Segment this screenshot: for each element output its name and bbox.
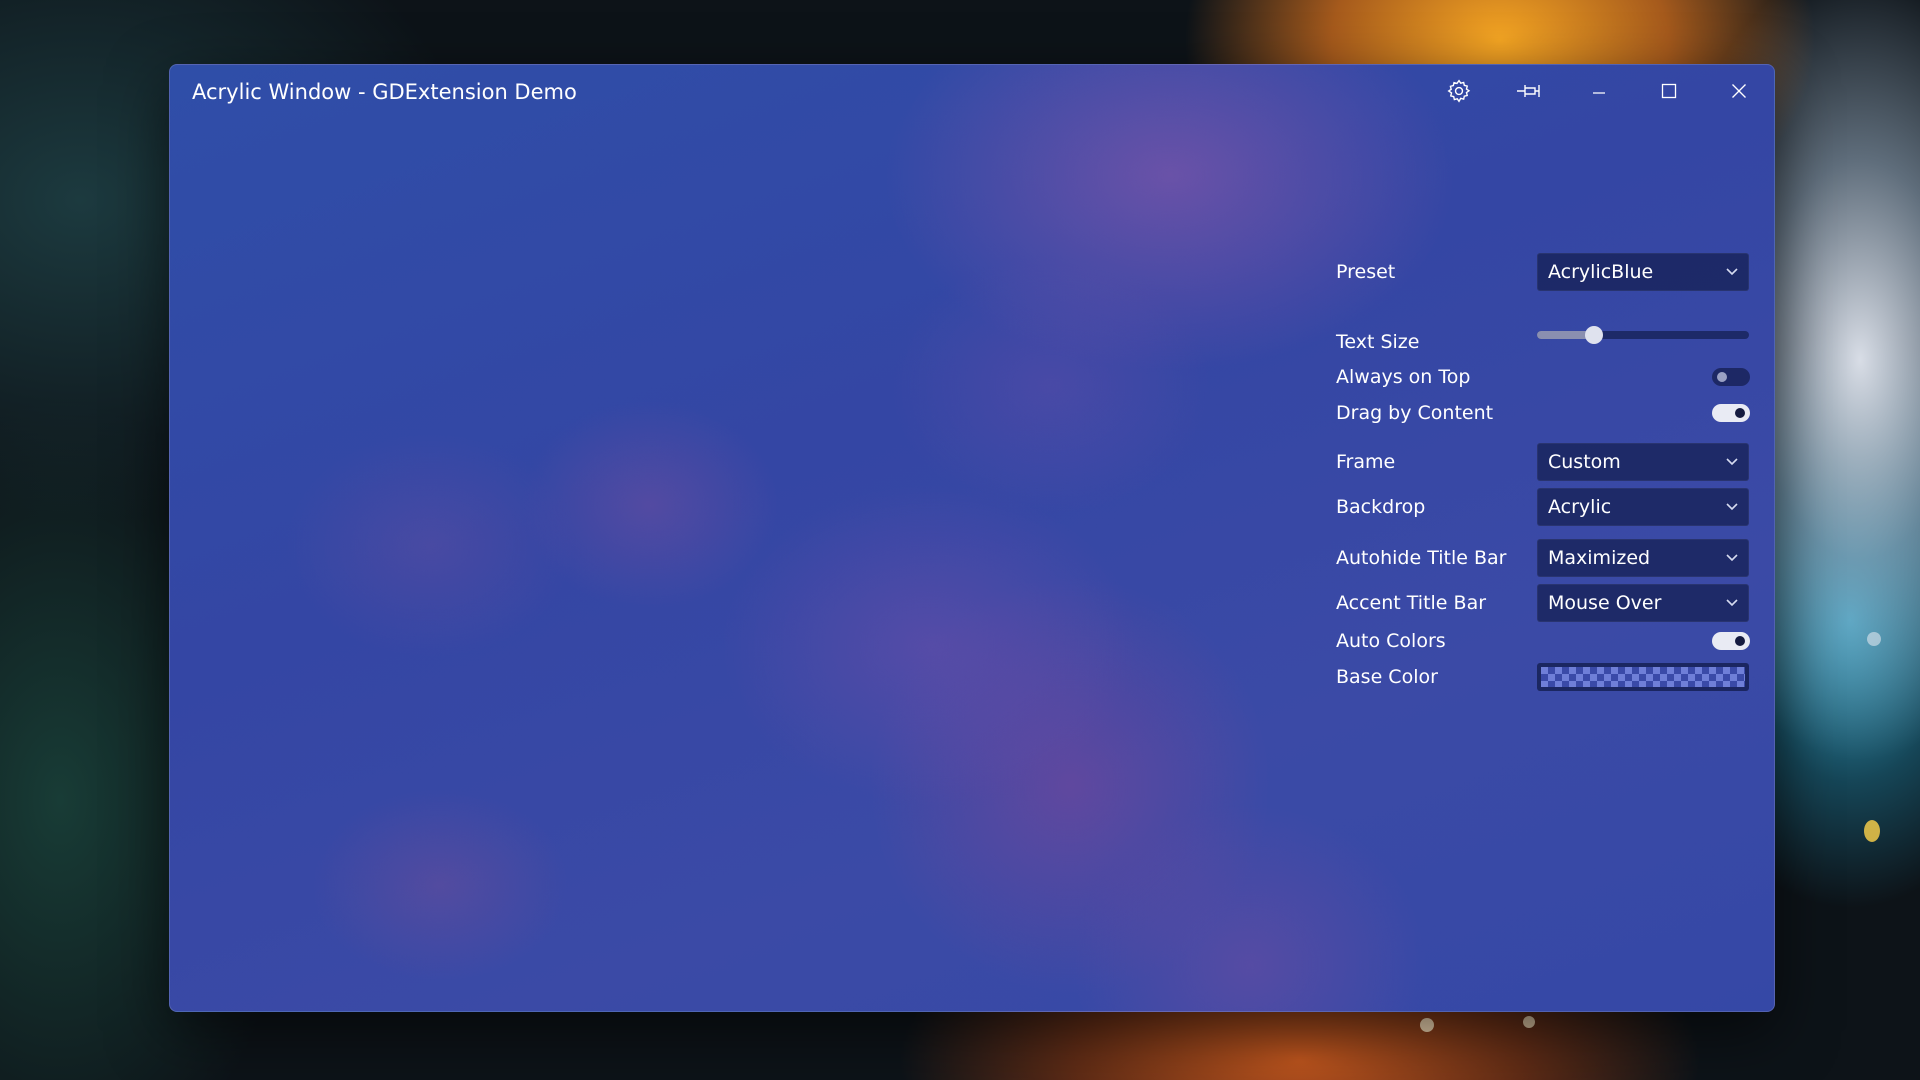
background-bokeh xyxy=(1420,1018,1434,1032)
color-swatch xyxy=(1541,667,1745,687)
title-bar-controls xyxy=(1424,65,1774,117)
accent-title-bar-dropdown[interactable]: Mouse Over xyxy=(1537,584,1749,622)
autohide-title-bar-row: Autohide Title Bar Maximized xyxy=(1336,539,1752,577)
window-title: Acrylic Window - GDExtension Demo xyxy=(192,80,577,104)
preset-value: AcrylicBlue xyxy=(1548,261,1654,283)
text-size-label: Text Size xyxy=(1336,331,1420,353)
text-size-slider[interactable] xyxy=(1537,326,1749,344)
backdrop-label: Backdrop xyxy=(1336,496,1426,518)
always-on-top-toggle[interactable] xyxy=(1712,368,1750,386)
chevron-down-icon xyxy=(1726,458,1738,466)
maximize-button[interactable] xyxy=(1634,65,1704,117)
base-color-picker[interactable] xyxy=(1537,663,1749,691)
toggle-knob xyxy=(1717,372,1727,382)
frame-value: Custom xyxy=(1548,451,1621,473)
background-bokeh xyxy=(1867,632,1881,646)
text-size-row: Text Size xyxy=(1336,326,1752,353)
backdrop-value: Acrylic xyxy=(1548,496,1612,518)
auto-colors-row: Auto Colors xyxy=(1336,629,1752,653)
auto-colors-toggle[interactable] xyxy=(1712,632,1750,650)
chevron-down-icon xyxy=(1726,503,1738,511)
toggle-knob xyxy=(1735,408,1745,418)
pin-button[interactable] xyxy=(1494,65,1564,117)
slider-thumb[interactable] xyxy=(1585,326,1604,344)
acrylic-window: Acrylic Window - GDExtension Demo Preset… xyxy=(169,64,1775,1012)
base-color-label: Base Color xyxy=(1336,666,1438,688)
close-icon xyxy=(1732,84,1746,98)
preset-dropdown[interactable]: AcrylicBlue xyxy=(1537,253,1749,291)
close-button[interactable] xyxy=(1704,65,1774,117)
chevron-down-icon xyxy=(1726,554,1738,562)
auto-colors-label: Auto Colors xyxy=(1336,630,1446,652)
frame-label: Frame xyxy=(1336,451,1396,473)
gear-icon xyxy=(1447,79,1471,103)
autohide-title-bar-dropdown[interactable]: Maximized xyxy=(1537,539,1749,577)
backdrop-dropdown[interactable]: Acrylic xyxy=(1537,488,1749,526)
base-color-row: Base Color xyxy=(1336,663,1752,691)
frame-dropdown[interactable]: Custom xyxy=(1537,443,1749,481)
autohide-title-bar-label: Autohide Title Bar xyxy=(1336,547,1507,569)
always-on-top-label: Always on Top xyxy=(1336,366,1471,388)
accent-title-bar-label: Accent Title Bar xyxy=(1336,592,1487,614)
background-bokeh xyxy=(1523,1016,1535,1028)
background-bokeh xyxy=(1864,820,1880,842)
minimize-icon xyxy=(1593,92,1605,94)
chevron-down-icon xyxy=(1726,599,1738,607)
always-on-top-row: Always on Top xyxy=(1336,365,1752,389)
minimize-button[interactable] xyxy=(1564,65,1634,117)
autohide-title-bar-value: Maximized xyxy=(1548,547,1651,569)
preset-row: Preset AcrylicBlue xyxy=(1336,253,1752,291)
frame-row: Frame Custom xyxy=(1336,443,1752,481)
settings-button[interactable] xyxy=(1424,65,1494,117)
backdrop-row: Backdrop Acrylic xyxy=(1336,488,1752,526)
accent-title-bar-value: Mouse Over xyxy=(1548,592,1662,614)
pin-icon xyxy=(1517,85,1540,97)
drag-by-content-label: Drag by Content xyxy=(1336,402,1494,424)
drag-by-content-row: Drag by Content xyxy=(1336,401,1752,425)
maximize-icon xyxy=(1661,83,1677,99)
drag-by-content-toggle[interactable] xyxy=(1712,404,1750,422)
preset-label: Preset xyxy=(1336,261,1396,283)
toggle-knob xyxy=(1735,636,1745,646)
chevron-down-icon xyxy=(1726,268,1738,276)
accent-title-bar-row: Accent Title Bar Mouse Over xyxy=(1336,584,1752,622)
